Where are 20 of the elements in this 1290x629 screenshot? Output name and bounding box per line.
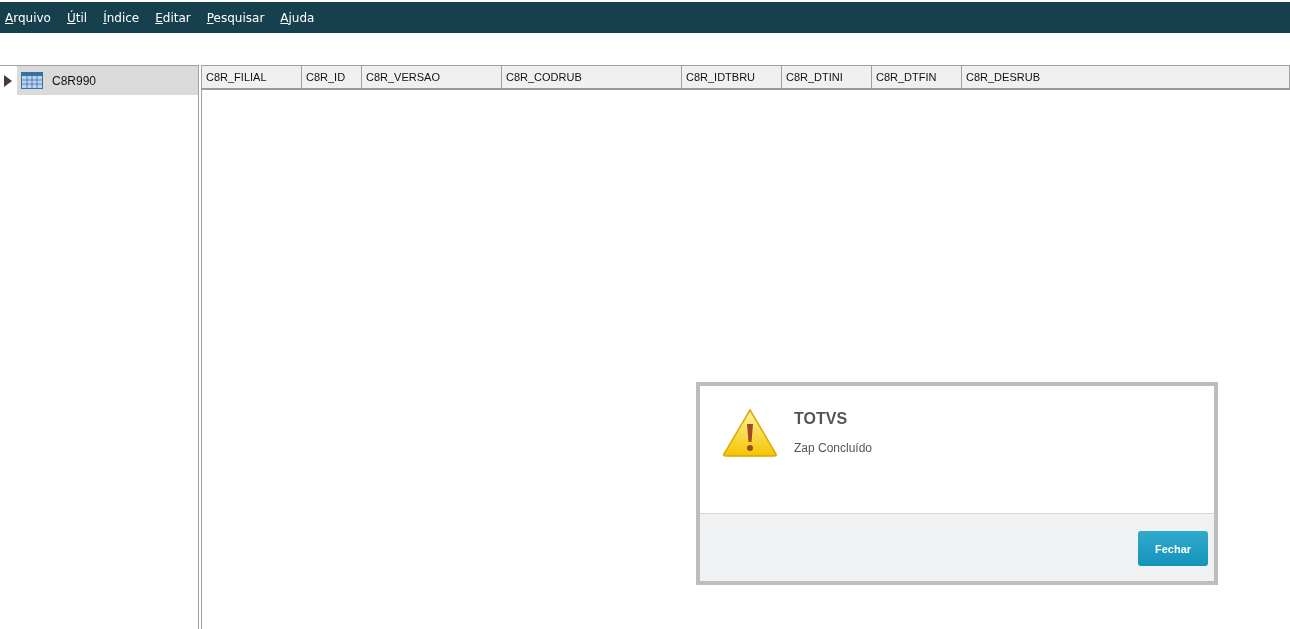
column-header[interactable]: C8R_IDTBRU xyxy=(682,66,782,88)
menu-item[interactable]: Editar xyxy=(155,10,191,25)
dialog-title: TOTVS xyxy=(794,410,849,428)
expand-arrow-icon[interactable] xyxy=(4,74,12,87)
menu-item[interactable]: Útil xyxy=(66,10,88,25)
menu-item[interactable]: Índice xyxy=(103,10,140,25)
warning-icon xyxy=(722,408,778,458)
column-header[interactable]: C8R_FILIAL xyxy=(202,66,302,88)
column-header[interactable]: C8R_DTFIN xyxy=(872,66,962,88)
column-header[interactable]: C8R_ID xyxy=(302,66,362,88)
menu-item[interactable]: Pesquisar xyxy=(206,10,265,25)
column-header[interactable]: C8R_CODRUB xyxy=(502,66,682,88)
table-icon xyxy=(21,72,43,89)
dialog-message: Zap Concluído xyxy=(794,441,873,455)
menu-item[interactable]: Ajuda xyxy=(280,10,315,25)
tree-item[interactable]: C8R990 xyxy=(17,66,198,95)
menu-item[interactable]: Arquivo xyxy=(5,10,51,25)
column-header[interactable]: C8R_VERSAO xyxy=(362,66,502,88)
column-header[interactable]: C8R_DTINI xyxy=(782,66,872,88)
column-header[interactable]: C8R_DESRUB xyxy=(962,66,1290,88)
